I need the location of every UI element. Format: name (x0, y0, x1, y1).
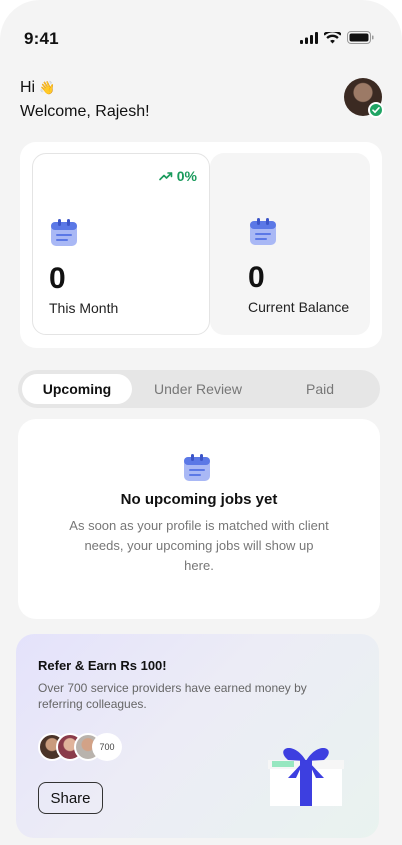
current-balance-value: 0 (248, 261, 265, 294)
share-button[interactable]: Share (38, 782, 103, 814)
jobs-tabs: Upcoming Under Review Paid (18, 370, 380, 408)
current-balance-card[interactable]: 0 Current Balance (210, 153, 370, 335)
status-bar: 9:41 (0, 0, 402, 72)
battery-icon (347, 31, 374, 44)
earnings-card: 0% 0 This Month 0 Current Balance (20, 142, 382, 348)
profile-avatar[interactable] (344, 78, 384, 118)
this-month-card[interactable]: 0% 0 This Month (32, 153, 210, 335)
referrer-count: 700 (92, 733, 122, 761)
status-time: 9:41 (24, 29, 59, 48)
trending-up-icon (158, 172, 173, 181)
tab-upcoming[interactable]: Upcoming (22, 374, 132, 404)
empty-title: No upcoming jobs yet (120, 491, 278, 508)
this-month-label: This Month (49, 300, 119, 316)
refer-title: Refer & Earn Rs 100! (38, 658, 167, 673)
status-icons (300, 31, 374, 44)
signal-icon (300, 31, 318, 44)
welcome-text: Welcome, Rajesh! (20, 103, 150, 120)
verified-badge-icon (368, 102, 384, 118)
tab-paid[interactable]: Paid (264, 374, 376, 404)
app-screen: 9:41 Hi 👋 Welcome, Rajesh! 0% 0 This Mon… (0, 0, 402, 845)
refer-card: Refer & Earn Rs 100! Over 700 service pr… (16, 634, 379, 838)
refer-description: Over 700 service providers have earned m… (38, 681, 307, 711)
tab-under-review[interactable]: Under Review (142, 374, 254, 404)
greeting-hi: Hi (20, 79, 36, 96)
referrer-avatars: 700 (38, 733, 122, 761)
empty-description: As soon as your profile is matched with … (69, 518, 329, 573)
wave-emoji: 👋 (39, 80, 56, 95)
this-month-value: 0 (49, 262, 66, 295)
greeting: Hi 👋 Welcome, Rajesh! (20, 76, 150, 124)
trend-indicator: 0% (158, 168, 197, 184)
calendar-icon (250, 218, 276, 245)
current-balance-label: Current Balance (248, 299, 350, 315)
gift-icon (268, 747, 344, 806)
calendar-icon (51, 219, 77, 246)
empty-jobs-card: No upcoming jobs yet As soon as your pro… (18, 419, 380, 619)
wifi-icon (324, 31, 341, 43)
calendar-icon (184, 454, 210, 481)
trend-value: 0% (176, 168, 197, 184)
